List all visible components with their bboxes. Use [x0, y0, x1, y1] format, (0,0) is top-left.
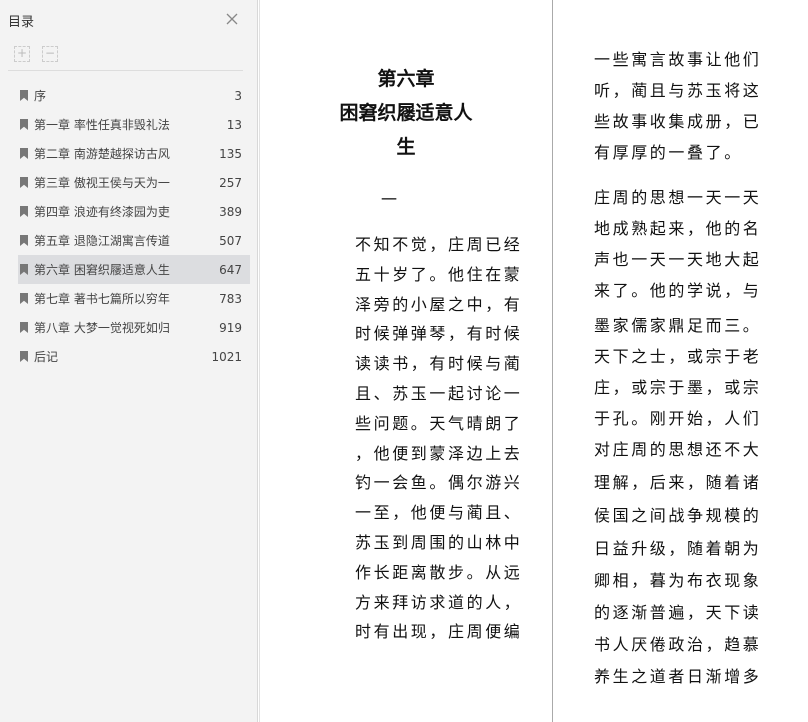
text-line: 些故事收集成册，已 — [594, 112, 762, 131]
toc-item-label: 第三章 傲视王侯与天为一 — [34, 176, 170, 190]
bookmark-icon — [20, 177, 28, 188]
bookmark-icon — [20, 119, 28, 130]
text-line: 声也一天一天地大起 — [594, 250, 762, 269]
toc-item-page: 389 — [219, 204, 242, 219]
toc-item-page: 13 — [226, 117, 242, 132]
text-line: 理解，后来，随着诸 — [594, 473, 762, 492]
bookmark-icon — [20, 206, 28, 217]
toc-item[interactable]: 第七章 著书七篇所以穷年 783 — [18, 284, 250, 313]
chapter-title-cont: 生 — [396, 136, 416, 158]
text-line: 对庄周的思想还不大 — [594, 440, 762, 459]
text-line: 来了。他的学说，与 — [594, 281, 762, 300]
text-line: 不知不觉，庄周已经 — [355, 235, 523, 254]
bookmark-icon — [20, 148, 28, 159]
collapse-all-button[interactable]: − — [42, 46, 58, 62]
text-line: 方来拜访求道的人， — [355, 592, 523, 612]
toc-list: 序 3 第一章 率性任真非毁礼法 13 第二章 南游楚越探访古风 135 第三章 傲视王侯与… — [18, 81, 250, 371]
toc-item[interactable]: 第六章 困窘织屦适意人生 647 — [18, 255, 250, 284]
toc-item-page: 257 — [219, 175, 242, 190]
text-line: 些问题。天气晴朗了 — [355, 413, 523, 433]
toc-item-page: 1021 — [211, 349, 242, 364]
bookmark-icon — [20, 235, 28, 246]
toc-item[interactable]: 第三章 傲视王侯与天为一 257 — [18, 168, 250, 197]
toc-item[interactable]: 第四章 浪迹有终漆园为吏 389 — [18, 197, 250, 226]
text-line: 读读书，有时候与蔺 — [355, 354, 523, 374]
toc-item-page: 919 — [219, 320, 242, 335]
toc-item-label: 第四章 浪迹有终漆园为吏 — [34, 205, 170, 219]
toc-item[interactable]: 第五章 退隐江湖寓言传道 507 — [18, 226, 250, 255]
text-line: 苏玉到周围的山林中 — [355, 533, 523, 552]
toc-item[interactable]: 后记 1021 — [18, 342, 250, 371]
toc-item[interactable]: 第二章 南游楚越探访古风 135 — [18, 139, 250, 168]
toc-item[interactable]: 第一章 率性任真非毁礼法 13 — [18, 110, 250, 139]
bookmark-icon — [20, 322, 28, 333]
text-line: 天下之士，或宗于老 — [594, 347, 762, 366]
toc-item[interactable]: 第八章 大梦一觉视死如归 919 — [18, 313, 250, 342]
text-line: 于孔。刚开始，人们 — [594, 409, 762, 428]
toc-item[interactable]: 序3 — [18, 81, 250, 110]
bookmark-icon — [20, 264, 28, 275]
toc-item-label: 第六章 困窘织屦适意人生 — [34, 263, 170, 277]
text-line: 一些寓言故事让他们 — [594, 50, 762, 69]
toc-item-page: 507 — [219, 233, 242, 248]
section-number: 一 — [381, 190, 400, 209]
text-line: 养生之道者日渐增多 — [594, 667, 762, 686]
book-page-left: 第六章 困窘织屦适意人 生 一 不知不觉，庄周已经 五十岁了。他住在蒙 泽旁的小屋之… — [259, 0, 552, 722]
toc-item-label: 第八章 大梦一觉视死如归 — [34, 321, 170, 335]
toc-item-label: 第五章 退隐江湖寓言传道 — [34, 234, 170, 248]
text-line: 听，蔺且与苏玉将这 — [594, 81, 762, 100]
chapter-number: 第六章 — [377, 68, 435, 90]
text-line: 侯国之间战争规模的 — [594, 506, 762, 525]
text-line: 泽旁的小屋之中，有 — [355, 294, 523, 314]
expand-all-button[interactable]: + — [14, 46, 30, 62]
text-line: 地成熟起来，他的名 — [594, 219, 762, 238]
text-line: 时有出现，庄周便编 — [355, 622, 523, 642]
toc-item-page: 647 — [219, 262, 242, 277]
text-line: 墨家儒家鼎足而三。 — [594, 316, 762, 335]
text-line: 钓一会鱼。偶尔游兴 — [355, 473, 523, 493]
bookmark-icon — [20, 90, 28, 101]
divider — [8, 70, 243, 71]
text-line: 一至，他便与蔺且、 — [355, 503, 523, 523]
text-line: 卿相，暮为布衣现象 — [594, 571, 762, 590]
sidebar-title: 目录 — [8, 15, 35, 30]
text-line: 且、苏玉一起讨论一 — [355, 384, 523, 403]
chapter-title: 困窘织屦适意人 — [339, 102, 473, 124]
text-line: 五十岁了。他住在蒙 — [355, 264, 523, 284]
toc-item-label: 后记 — [34, 350, 59, 364]
toc-item-page: 3 — [234, 88, 242, 103]
close-icon[interactable] — [224, 11, 240, 27]
text-line: ，他便到蒙泽边上去 — [355, 443, 523, 463]
toc-item-label: 第七章 著书七篇所以穷年 — [34, 292, 170, 306]
toc-item-page: 783 — [219, 291, 242, 306]
text-line: 庄周的思想一天一天 — [594, 188, 762, 207]
toc-item-label: 第一章 率性任真非毁礼法 — [34, 118, 170, 132]
text-line: 庄，或宗于墨，或宗 — [594, 378, 762, 397]
text-line: 的逐渐普遍，天下读 — [594, 603, 762, 622]
book-page-right: 一些寓言故事让他们 听，蔺且与苏玉将这 些故事收集成册，已 有厚厚的一叠了。 庄周的思想… — [553, 0, 808, 722]
toc-item-label: 序 — [34, 89, 47, 103]
bookmark-icon — [20, 351, 28, 362]
toc-sidebar: 目录 + − 序 3 第一章 率性任真非毁礼法 13 第二章 南游楚越探访古风 135 第三… — [0, 0, 258, 722]
text-line: 书人厌倦政治，趋慕 — [594, 635, 762, 654]
bookmark-icon — [20, 293, 28, 304]
text-line: 有厚厚的一叠了。 — [594, 143, 743, 162]
toc-item-page: 135 — [219, 146, 242, 161]
toc-item-label: 第二章 南游楚越探访古风 — [34, 147, 170, 161]
text-line: 作长距离散步。从远 — [355, 562, 523, 582]
text-line: 日益升级，随着朝为 — [594, 539, 762, 558]
text-line: 时候弹弹琴，有时候 — [355, 324, 523, 344]
